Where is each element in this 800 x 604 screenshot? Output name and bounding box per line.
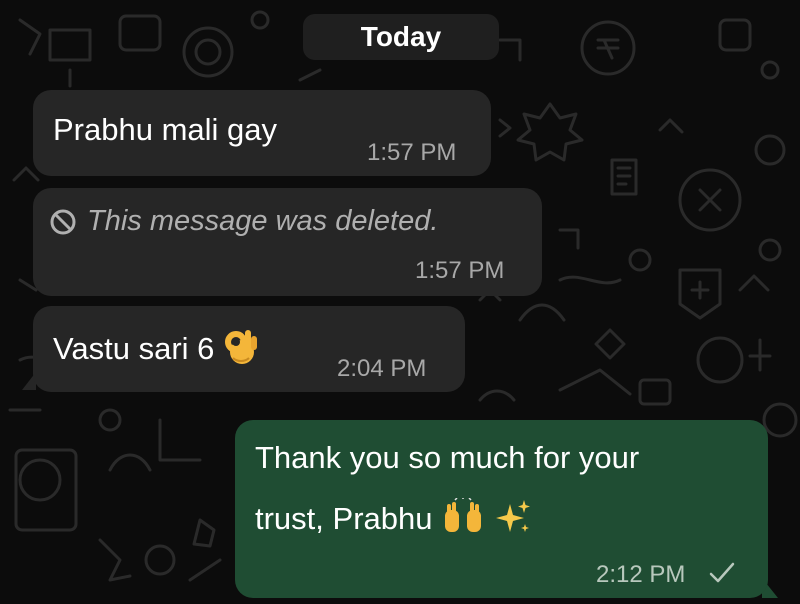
message-timestamp: 2:04 PM <box>337 355 427 382</box>
block-icon <box>49 208 77 236</box>
deleted-message-text: This message was deleted. <box>87 205 439 237</box>
message-timestamp: 1:57 PM <box>415 257 505 284</box>
check-icon <box>707 560 737 586</box>
ok-hand-emoji <box>223 328 259 374</box>
incoming-message-bubble[interactable]: Vastu sari 6 2:04 PM <box>33 306 465 392</box>
message-timestamp: 2:12 PM <box>596 561 686 588</box>
incoming-message-bubble[interactable]: Prabhu mali gay 1:57 PM <box>33 90 491 176</box>
chat-view: Today Prabhu mali gay 1:57 PM This messa… <box>0 0 800 604</box>
outgoing-message-bubble[interactable]: Thank you so much for your trust, Prabhu <box>235 420 768 598</box>
message-text-content: trust, Prabhu <box>255 501 433 537</box>
message-text: Vastu sari 6 <box>53 328 259 374</box>
message-text: Prabhu mali gay <box>53 112 278 147</box>
message-timestamp: 1:57 PM <box>367 139 457 166</box>
deleted-message-bubble[interactable]: This message was deleted. 1:57 PM <box>33 188 542 296</box>
message-text-line-1: Thank you so much for your <box>255 440 640 475</box>
message-text-line-2: trust, Prabhu <box>255 497 532 544</box>
date-divider: Today <box>303 14 499 60</box>
raising-hands-emoji <box>441 497 485 544</box>
sparkles-emoji <box>494 498 532 544</box>
message-text-content: Vastu sari 6 <box>53 331 215 367</box>
